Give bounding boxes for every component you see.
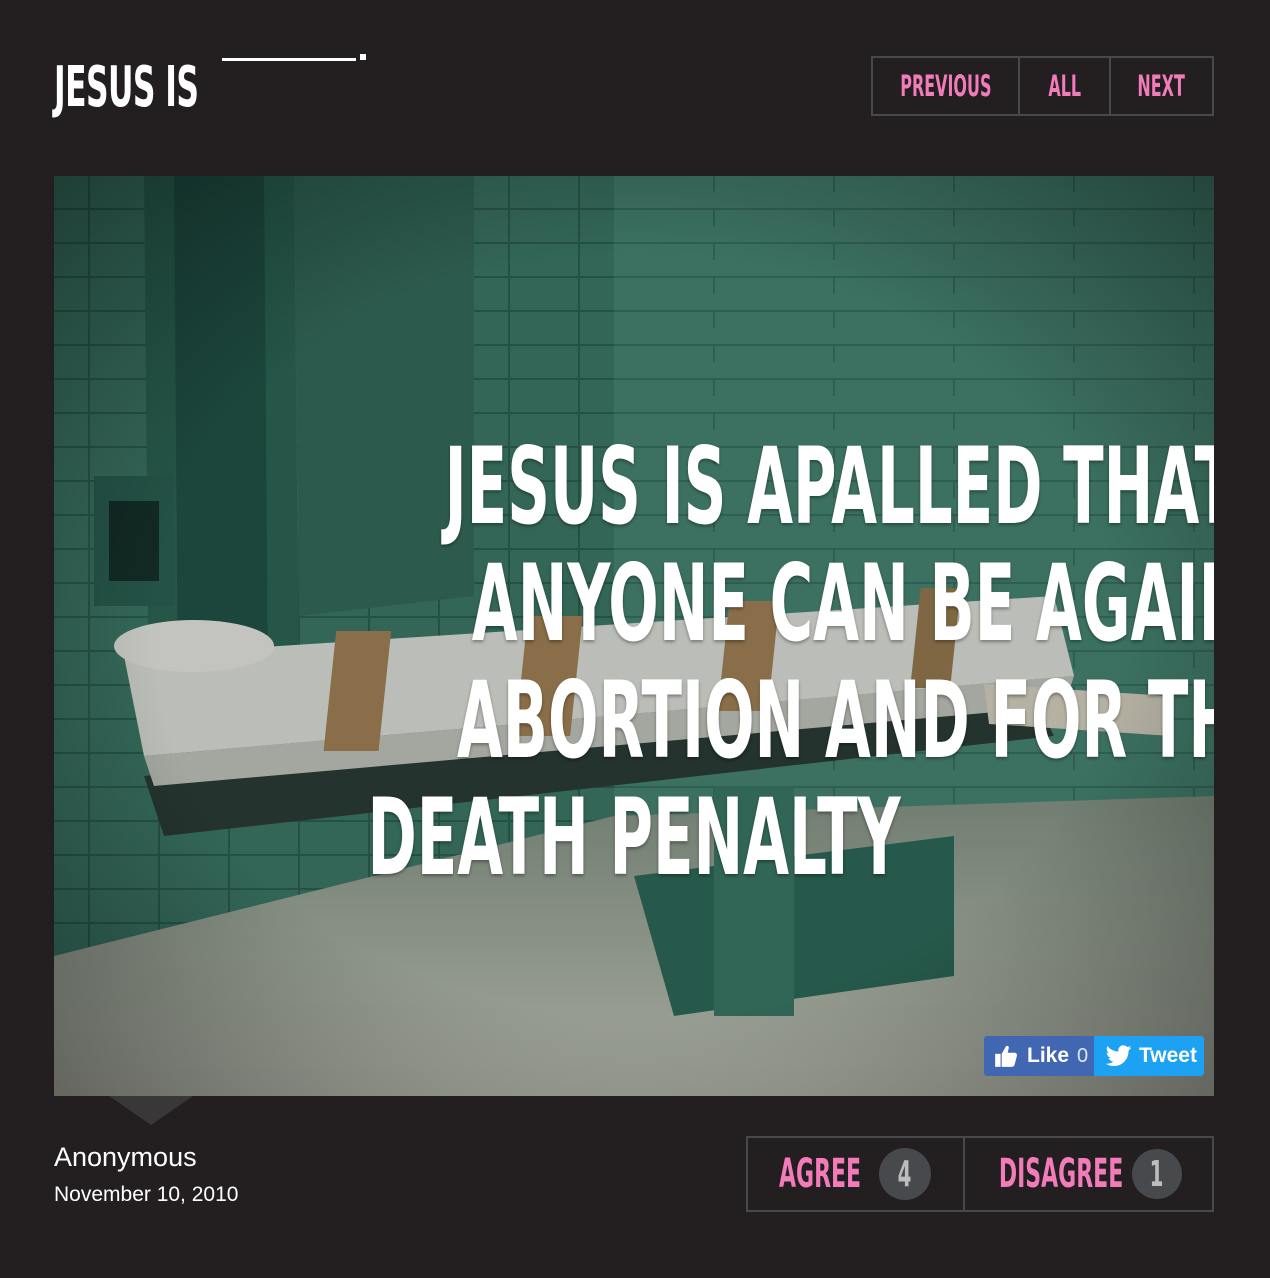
tweet-label: Tweet — [1139, 1044, 1197, 1067]
image-pointer-arrow — [109, 1096, 193, 1125]
post-image-card: JESUS IS APALLED THAT ANYONE CAN BE AGAI… — [54, 176, 1214, 1096]
previous-label: PREVIOUS — [899, 69, 992, 103]
agree-label: AGREE — [779, 1151, 862, 1197]
agree-count: 4 — [898, 1153, 912, 1195]
post-navigation: PREVIOUS ALL NEXT — [871, 56, 1214, 116]
post-author: Anonymous — [54, 1142, 197, 1172]
twitter-bird-icon — [1106, 1045, 1132, 1067]
quote-line: JESUS IS APALLED THAT — [134, 428, 1214, 545]
agree-button[interactable]: AGREE 4 — [748, 1138, 963, 1210]
quote-line: ABORTION AND FOR THE — [134, 662, 1214, 779]
like-count: 0 — [1077, 1044, 1089, 1067]
quote-line-text: ANYONE CAN BE AGAINST — [471, 542, 1214, 665]
next-label: NEXT — [1137, 69, 1186, 103]
next-button[interactable]: NEXT — [1109, 58, 1212, 114]
logo-text: JESUS IS — [54, 55, 199, 120]
site-logo[interactable]: JESUS IS — [54, 52, 312, 116]
post-quote: JESUS IS APALLED THAT ANYONE CAN BE AGAI… — [134, 428, 1214, 896]
disagree-count: 1 — [1150, 1153, 1164, 1195]
logo-period — [360, 54, 366, 60]
quote-line: ANYONE CAN BE AGAINST — [134, 545, 1214, 662]
disagree-count-badge: 1 — [1132, 1149, 1182, 1199]
all-button[interactable]: ALL — [1018, 58, 1109, 114]
logo-blank-line — [222, 58, 356, 61]
quote-line-text: ABORTION AND FOR THE — [456, 659, 1214, 782]
thumbs-up-icon — [995, 1045, 1017, 1067]
facebook-like-button[interactable]: Like 0 — [984, 1036, 1094, 1076]
quote-line-text: JESUS IS APALLED THAT — [444, 425, 1214, 548]
previous-button[interactable]: PREVIOUS — [873, 58, 1018, 114]
social-share-buttons: Like 0 Tweet — [984, 1036, 1204, 1076]
all-label: ALL — [1048, 69, 1081, 103]
disagree-label: DISAGREE — [998, 1151, 1124, 1197]
like-label: Like — [1027, 1044, 1070, 1067]
tweet-button[interactable]: Tweet — [1094, 1036, 1204, 1076]
quote-line-text: DEATH PENALTY — [367, 776, 901, 899]
disagree-button[interactable]: DISAGREE 1 — [963, 1138, 1212, 1210]
quote-line: DEATH PENALTY — [134, 779, 1134, 896]
agree-count-badge: 4 — [879, 1148, 931, 1200]
vote-buttons: AGREE 4 DISAGREE 1 — [746, 1136, 1214, 1212]
post-date: November 10, 2010 — [54, 1183, 239, 1206]
